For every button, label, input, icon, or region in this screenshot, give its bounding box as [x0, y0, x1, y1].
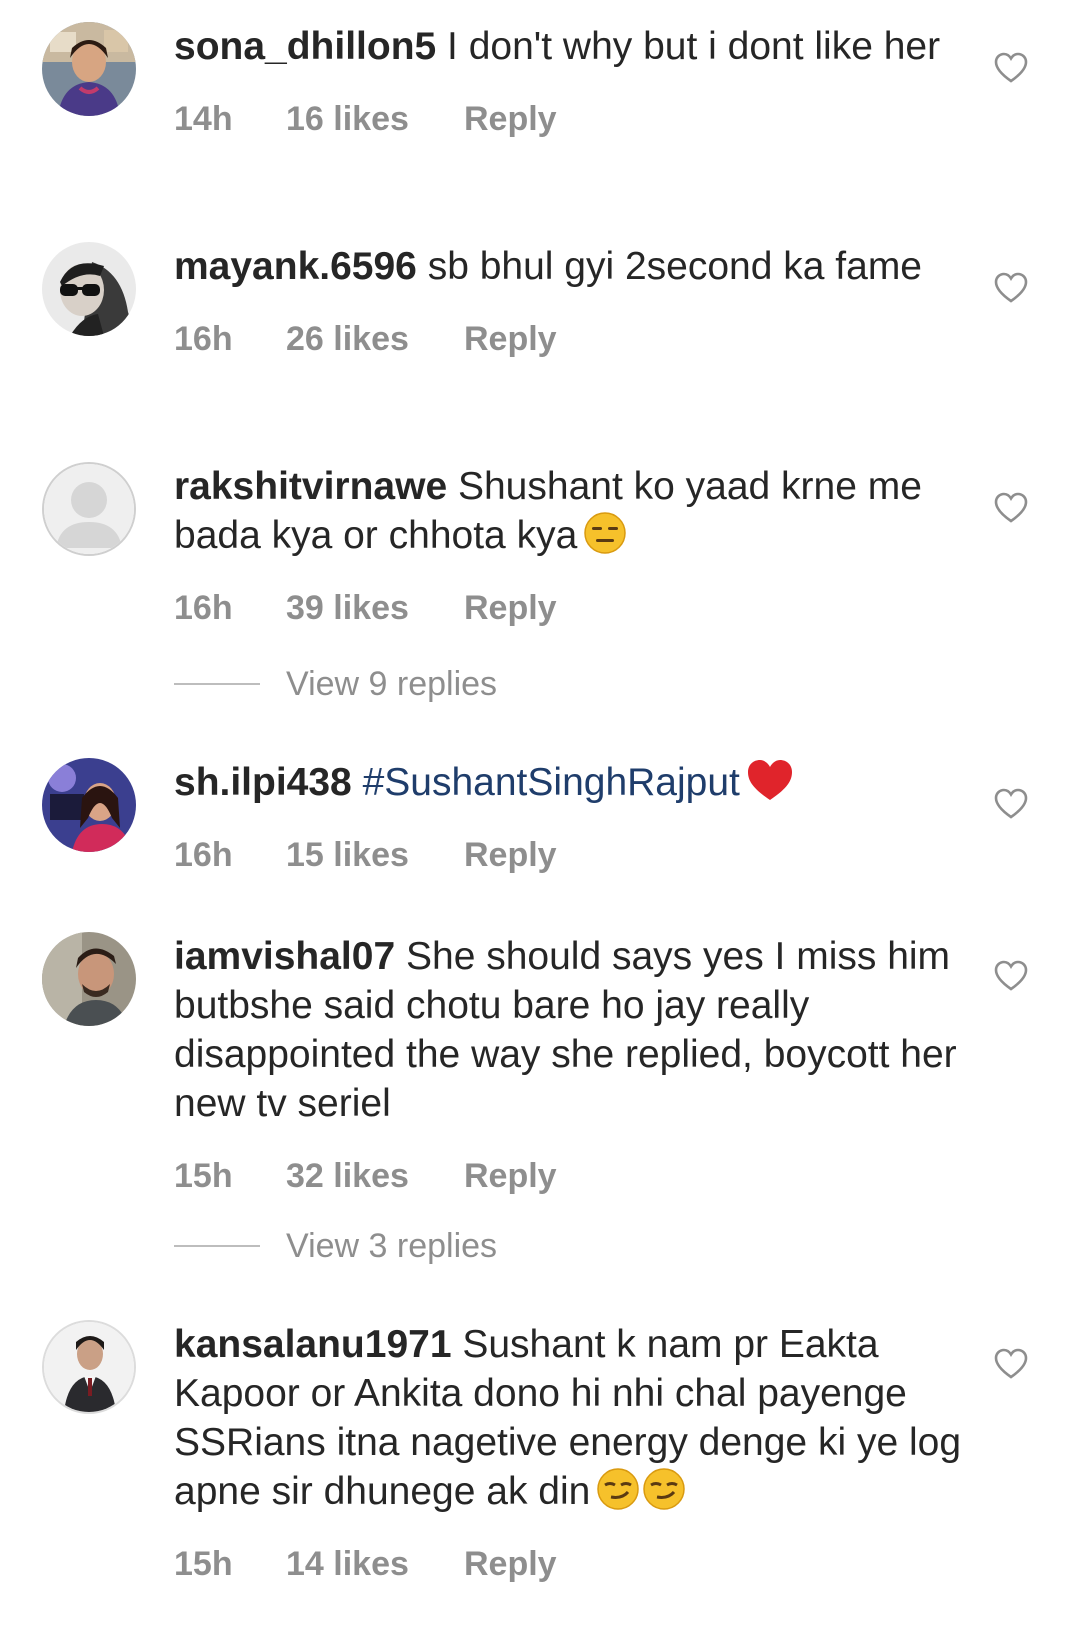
- likes-count[interactable]: 26 likes: [286, 315, 464, 364]
- comment-body: sona_dhillon5 I don't why but i dont lik…: [174, 22, 964, 144]
- heart-outline-icon[interactable]: [994, 272, 1028, 304]
- timestamp: 15h: [174, 1157, 233, 1195]
- view-replies-button[interactable]: View 3 replies: [174, 1226, 497, 1266]
- comment-meta: 15h 14 likes Reply: [174, 1540, 964, 1589]
- view-replies-label[interactable]: View 9 replies: [286, 665, 497, 704]
- likes-count[interactable]: 14 likes: [286, 1540, 464, 1589]
- likes-count[interactable]: 39 likes: [286, 584, 464, 633]
- comments-list: sona_dhillon5 I don't why but i dont lik…: [0, 0, 1080, 1644]
- timestamp: 16h: [174, 589, 233, 627]
- username[interactable]: sona_dhillon5: [174, 25, 436, 68]
- heart-outline-icon[interactable]: [994, 1348, 1028, 1380]
- avatar[interactable]: [42, 462, 136, 556]
- reply-button[interactable]: Reply: [464, 95, 557, 144]
- comment-meta: 16h 26 likes Reply: [174, 315, 964, 364]
- comment-meta: 14h 16 likes Reply: [174, 95, 964, 144]
- comment-text: sb bhul gyi 2second ka fame: [427, 245, 923, 288]
- likes-count[interactable]: 15 likes: [286, 831, 464, 880]
- avatar[interactable]: [42, 22, 136, 116]
- username[interactable]: sh.ilpi438: [174, 761, 352, 804]
- view-replies-button[interactable]: View 9 replies: [174, 664, 497, 704]
- heart-outline-icon[interactable]: [994, 960, 1028, 992]
- reply-button[interactable]: Reply: [464, 315, 557, 364]
- comment-body: kansalanu1971 Sushant k nam pr Eakta Kap…: [174, 1320, 964, 1589]
- username[interactable]: iamvishal07: [174, 935, 395, 978]
- avatar[interactable]: [42, 242, 136, 336]
- username[interactable]: mayank.6596: [174, 245, 417, 288]
- heart-outline-icon[interactable]: [994, 52, 1028, 84]
- comment-body: iamvishal07 She should says yes I miss h…: [174, 932, 964, 1201]
- comment-body: sh.ilpi438 #SushantSinghRajput 16h 15 li…: [174, 758, 964, 880]
- smirking-face-icon: [643, 1468, 686, 1510]
- divider-line: [174, 1245, 260, 1247]
- avatar[interactable]: [42, 932, 136, 1026]
- heart-outline-icon[interactable]: [994, 788, 1028, 820]
- hashtag-link[interactable]: #SushantSinghRajput: [363, 761, 740, 804]
- likes-count[interactable]: 16 likes: [286, 95, 464, 144]
- timestamp: 16h: [174, 836, 233, 874]
- comment-meta: 15h 32 likes Reply: [174, 1152, 964, 1201]
- divider-line: [174, 683, 260, 685]
- username[interactable]: kansalanu1971: [174, 1323, 452, 1366]
- comment-text: I don't why but i dont like her: [447, 25, 941, 68]
- reply-button[interactable]: Reply: [464, 1540, 557, 1589]
- smirking-face-icon: [597, 1468, 640, 1510]
- expressionless-face-icon: [584, 512, 627, 554]
- comment-body: mayank.6596 sb bhul gyi 2second ka fame …: [174, 242, 964, 364]
- comment-body: rakshitvirnawe Shushant ko yaad krne me …: [174, 462, 964, 633]
- reply-button[interactable]: Reply: [464, 584, 557, 633]
- username[interactable]: rakshitvirnawe: [174, 465, 447, 508]
- view-replies-label[interactable]: View 3 replies: [286, 1227, 497, 1266]
- reply-button[interactable]: Reply: [464, 1152, 557, 1201]
- avatar[interactable]: [42, 758, 136, 852]
- timestamp: 16h: [174, 320, 233, 358]
- likes-count[interactable]: 32 likes: [286, 1152, 464, 1201]
- heart-outline-icon[interactable]: [994, 492, 1028, 524]
- comment-meta: 16h 15 likes Reply: [174, 831, 964, 880]
- comment-meta: 16h 39 likes Reply: [174, 584, 964, 633]
- avatar[interactable]: [42, 1320, 136, 1414]
- timestamp: 15h: [174, 1545, 233, 1583]
- reply-button[interactable]: Reply: [464, 831, 557, 880]
- timestamp: 14h: [174, 100, 233, 138]
- red-heart-icon: [747, 760, 792, 800]
